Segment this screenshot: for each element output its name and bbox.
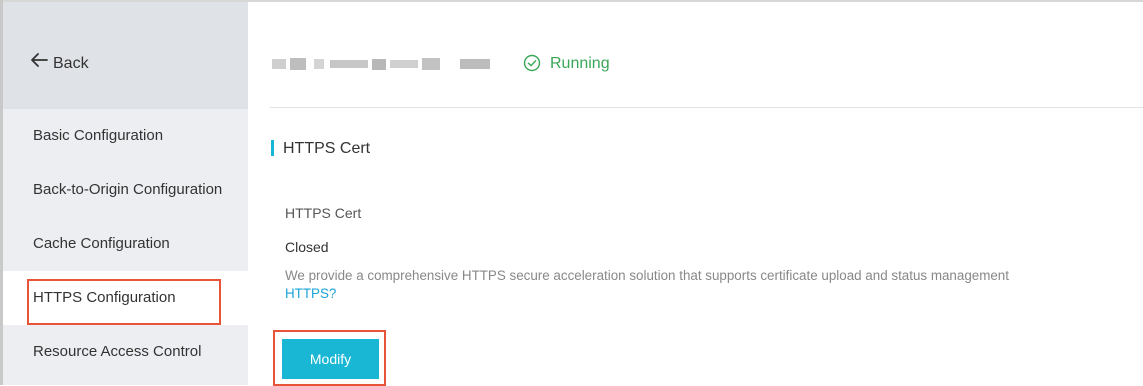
sidebar-item-label: Resource Access Control [33,343,202,360]
section-title: HTTPS Cert [283,140,371,157]
back-label: Back [53,55,89,72]
section-accent-bar [271,140,274,156]
sidebar-item-back-to-origin-configuration[interactable]: Back-to-Origin Configuration [3,163,248,217]
status-text: Running [550,55,610,72]
arrow-left-icon [31,53,48,67]
sidebar-item-basic-configuration[interactable]: Basic Configuration [3,109,248,163]
sidebar: Back Basic Configuration Back-to-Origin … [3,2,248,385]
back-button[interactable]: Back [3,2,248,109]
sidebar-item-label: Back-to-Origin Configuration [33,181,223,198]
domain-name-redacted [272,58,490,70]
sidebar-item-label: Cache Configuration [33,235,170,252]
modify-button[interactable]: Modify [282,339,379,379]
sidebar-item-label: Basic Configuration [33,127,164,144]
description-text: We provide a comprehensive HTTPS secure … [285,268,1009,283]
divider [270,107,1143,108]
main-content: Running HTTPS Cert HTTPS Cert Closed We … [248,2,1143,386]
check-circle-icon [523,54,541,72]
sidebar-item-resource-access-control[interactable]: Resource Access Control [3,325,248,379]
https-cert-label: HTTPS Cert [285,205,362,221]
highlight-box [27,279,221,325]
https-cert-status: Closed [285,239,329,255]
https-help-link[interactable]: HTTPS? [285,286,336,301]
sidebar-item-cache-configuration[interactable]: Cache Configuration [3,217,248,271]
